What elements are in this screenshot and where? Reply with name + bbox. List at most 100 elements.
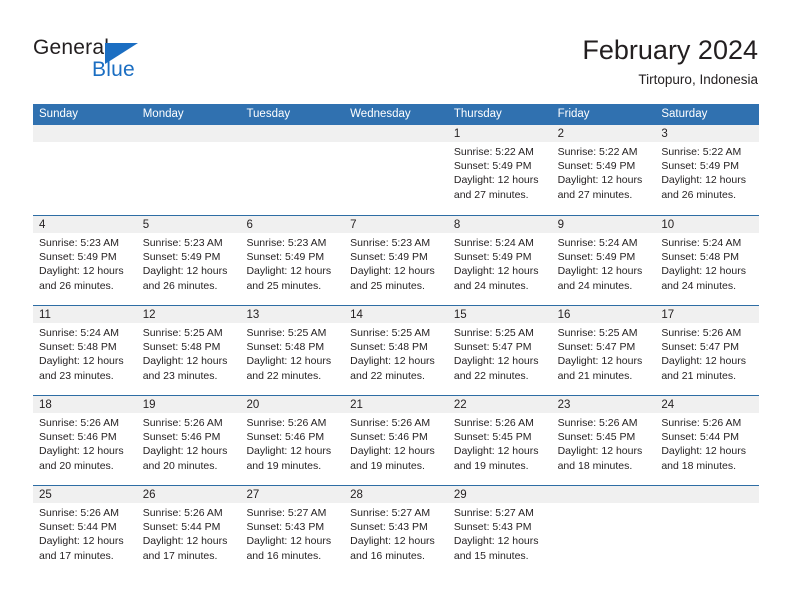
day-details: Sunrise: 5:26 AM Sunset: 5:46 PM Daylight:… xyxy=(39,416,137,473)
day-number: 1 xyxy=(453,128,461,140)
day-number: 3 xyxy=(661,128,668,140)
general-blue-logo[interactable]: General Blue xyxy=(33,36,213,86)
calendar-day-cell[interactable]: 14 Sunrise: 5:25 AM Sunset: 5:48 PM Dayligh… xyxy=(344,306,448,395)
day-detail-line: and 19 minutes. xyxy=(350,459,425,472)
calendar-day-cell[interactable]: 11 Sunrise: 5:24 AM Sunset: 5:48 PM Dayligh… xyxy=(33,306,137,395)
calendar-day-cell[interactable]: 25 Sunrise: 5:26 AM Sunset: 5:44 PM Dayligh… xyxy=(33,486,137,575)
day-detail-line: and 17 minutes. xyxy=(142,549,218,562)
day-detail-line: and 18 minutes. xyxy=(557,459,633,472)
calendar-day-cell[interactable]: 28 Sunrise: 5:27 AM Sunset: 5:43 PM Dayligh… xyxy=(344,486,448,575)
calendar-day-cell[interactable]: 19 Sunrise: 5:26 AM Sunset: 5:46 PM Dayligh… xyxy=(137,396,241,485)
day-detail-line: Sunrise: 5:25 AM xyxy=(557,327,638,339)
day-number: 11 xyxy=(39,309,51,321)
day-detail-line: Daylight: 12 hours xyxy=(142,445,228,458)
day-detail-line: and 24 minutes. xyxy=(557,279,633,292)
day-detail-line: Daylight: 12 hours xyxy=(557,445,643,458)
day-detail-line: Sunset: 5:48 PM xyxy=(142,341,221,354)
day-detail-line: and 20 minutes. xyxy=(39,459,114,472)
day-details: Sunrise: 5:27 AM Sunset: 5:43 PM Daylight:… xyxy=(454,506,552,563)
day-detail-line: Sunset: 5:44 PM xyxy=(142,521,221,534)
calendar-day-cell[interactable]: 15 Sunrise: 5:25 AM Sunset: 5:47 PM Dayligh… xyxy=(448,306,552,395)
day-detail-line: and 26 minutes. xyxy=(661,188,737,201)
day-detail-line: Sunrise: 5:27 AM xyxy=(246,507,327,519)
calendar-day-cell[interactable]: 9 Sunrise: 5:24 AM Sunset: 5:49 PM Daylight… xyxy=(552,216,656,305)
calendar-day-cell[interactable]: 27 Sunrise: 5:27 AM Sunset: 5:43 PM Dayligh… xyxy=(240,486,344,575)
weekday-header-sunday: Sunday xyxy=(39,108,79,120)
day-details: Sunrise: 5:25 AM Sunset: 5:48 PM Daylight:… xyxy=(143,326,241,383)
day-detail-line: Daylight: 12 hours xyxy=(661,174,746,187)
day-details: Sunrise: 5:26 AM Sunset: 5:45 PM Daylight:… xyxy=(558,416,656,473)
calendar-weeks: 1 Sunrise: 5:22 AM Sunset: 5:49 PM Daylight… xyxy=(33,125,759,575)
day-detail-line: Sunset: 5:49 PM xyxy=(39,251,117,264)
day-detail-line: Daylight: 12 hours xyxy=(453,265,539,278)
day-details: Sunrise: 5:22 AM Sunset: 5:49 PM Daylight:… xyxy=(661,145,759,202)
calendar-day-cell[interactable]: 5 Sunrise: 5:23 AM Sunset: 5:49 PM Daylight… xyxy=(137,216,241,305)
day-details: Sunrise: 5:27 AM Sunset: 5:43 PM Daylight:… xyxy=(246,506,344,563)
calendar-day-cell[interactable]: 3 Sunrise: 5:22 AM Sunset: 5:49 PM Daylight… xyxy=(655,125,759,215)
calendar-day-cell[interactable]: 29 Sunrise: 5:27 AM Sunset: 5:43 PM Dayligh… xyxy=(448,486,552,575)
day-detail-line: Daylight: 12 hours xyxy=(661,265,746,278)
day-detail-line: and 22 minutes. xyxy=(350,369,425,382)
calendar-day-cell[interactable]: 16 Sunrise: 5:25 AM Sunset: 5:47 PM Dayligh… xyxy=(552,306,656,395)
calendar-day-cell[interactable]: 24 Sunrise: 5:26 AM Sunset: 5:44 PM Dayligh… xyxy=(655,396,759,485)
calendar-day-cell[interactable]: 13 Sunrise: 5:25 AM Sunset: 5:48 PM Dayligh… xyxy=(240,306,344,395)
day-detail-line: Sunset: 5:43 PM xyxy=(453,521,532,534)
calendar-day-cell[interactable]: 8 Sunrise: 5:24 AM Sunset: 5:49 PM Daylight… xyxy=(448,216,552,305)
weekday-header-saturday: Saturday xyxy=(661,108,708,120)
day-number: 6 xyxy=(246,219,253,231)
day-number: 4 xyxy=(39,219,46,231)
day-detail-line: Daylight: 12 hours xyxy=(39,355,124,368)
day-number: 5 xyxy=(142,219,150,231)
calendar-week-row: 11 Sunrise: 5:24 AM Sunset: 5:48 PM Dayligh… xyxy=(33,305,759,395)
weekday-header-wednesday: Wednesday xyxy=(350,108,411,120)
calendar-day-cell[interactable]: 18 Sunrise: 5:26 AM Sunset: 5:46 PM Dayligh… xyxy=(33,396,137,485)
calendar-day-cell[interactable]: 1 Sunrise: 5:22 AM Sunset: 5:49 PM Daylight… xyxy=(448,125,552,215)
day-number: 7 xyxy=(350,219,357,231)
day-detail-line: Sunrise: 5:23 AM xyxy=(39,237,119,249)
day-details: Sunrise: 5:25 AM Sunset: 5:48 PM Daylight:… xyxy=(246,326,344,383)
calendar-day-cell[interactable]: 10 Sunrise: 5:24 AM Sunset: 5:48 PM Dayligh… xyxy=(655,216,759,305)
day-detail-line: Sunrise: 5:26 AM xyxy=(142,507,223,519)
week-cells: 1 Sunrise: 5:22 AM Sunset: 5:49 PM Daylight… xyxy=(33,125,759,215)
calendar-day-cell[interactable]: 22 Sunrise: 5:26 AM Sunset: 5:45 PM Dayligh… xyxy=(448,396,552,485)
day-detail-line: Sunrise: 5:26 AM xyxy=(39,417,119,429)
day-detail-line: Daylight: 12 hours xyxy=(453,355,539,368)
calendar-day-cell[interactable]: 17 Sunrise: 5:26 AM Sunset: 5:47 PM Dayligh… xyxy=(655,306,759,395)
day-detail-line: Daylight: 12 hours xyxy=(661,445,746,458)
day-detail-line: Sunrise: 5:23 AM xyxy=(246,237,327,249)
calendar-day-cell[interactable]: 4 Sunrise: 5:23 AM Sunset: 5:49 PM Daylight… xyxy=(33,216,137,305)
day-detail-line: Sunrise: 5:23 AM xyxy=(142,237,223,249)
calendar-page: General Blue February 2024 Tirtopuro, In… xyxy=(0,0,792,612)
calendar-day-cell[interactable]: 20 Sunrise: 5:26 AM Sunset: 5:46 PM Dayligh… xyxy=(240,396,344,485)
brand-name-blue: Blue xyxy=(92,58,135,81)
day-detail-line: Daylight: 12 hours xyxy=(557,265,643,278)
day-detail-line: Daylight: 12 hours xyxy=(453,174,539,187)
calendar-day-cell[interactable]: 21 Sunrise: 5:26 AM Sunset: 5:46 PM Dayligh… xyxy=(344,396,448,485)
day-details: Sunrise: 5:23 AM Sunset: 5:49 PM Daylight:… xyxy=(143,236,241,293)
day-number: 23 xyxy=(557,399,571,411)
day-detail-line: Daylight: 12 hours xyxy=(350,355,435,368)
calendar-day-cell[interactable]: 12 Sunrise: 5:25 AM Sunset: 5:48 PM Dayligh… xyxy=(137,306,241,395)
day-detail-line: Sunset: 5:47 PM xyxy=(661,341,739,354)
weekday-header-row: Sunday Monday Tuesday Wednesday Thursday Frid… xyxy=(33,104,759,125)
day-detail-line: Sunset: 5:49 PM xyxy=(557,160,636,173)
calendar-day-cell[interactable]: 26 Sunrise: 5:26 AM Sunset: 5:44 PM Dayligh… xyxy=(137,486,241,575)
day-number: 14 xyxy=(350,309,363,321)
weekday-header-tuesday: Tuesday xyxy=(246,108,291,120)
calendar-day-cell[interactable]: 6 Sunrise: 5:23 AM Sunset: 5:49 PM Daylight… xyxy=(240,216,344,305)
day-number: 2 xyxy=(557,128,564,140)
day-details: Sunrise: 5:26 AM Sunset: 5:47 PM Daylight:… xyxy=(661,326,759,383)
day-detail-line: and 23 minutes. xyxy=(39,369,114,382)
calendar-day-cell[interactable]: 7 Sunrise: 5:23 AM Sunset: 5:49 PM Daylight… xyxy=(344,216,448,305)
day-number: 15 xyxy=(453,309,467,321)
calendar-day-cell[interactable]: 23 Sunrise: 5:26 AM Sunset: 5:45 PM Dayligh… xyxy=(552,396,656,485)
calendar-day-cell[interactable]: 2 Sunrise: 5:22 AM Sunset: 5:49 PM Daylight… xyxy=(552,125,656,215)
day-detail-line: Daylight: 12 hours xyxy=(142,355,228,368)
day-detail-line: Sunrise: 5:26 AM xyxy=(246,417,327,429)
day-details: Sunrise: 5:26 AM Sunset: 5:46 PM Daylight:… xyxy=(350,416,448,473)
day-details: Sunrise: 5:26 AM Sunset: 5:46 PM Daylight:… xyxy=(143,416,241,473)
day-detail-line: Daylight: 12 hours xyxy=(142,265,228,278)
day-detail-line: and 16 minutes. xyxy=(350,549,425,562)
day-number: 8 xyxy=(453,219,461,231)
day-number: 18 xyxy=(39,399,52,411)
